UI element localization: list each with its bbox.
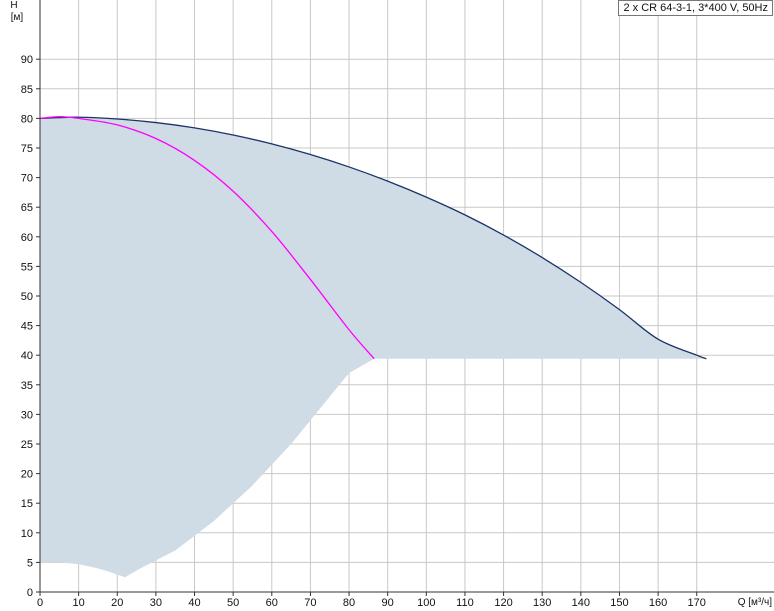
y-tick-label: 10 <box>21 528 33 540</box>
x-tick-label: 40 <box>188 597 200 609</box>
x-tick-label: 150 <box>610 597 628 609</box>
x-tick-label: 70 <box>304 597 316 609</box>
operating-area-fill <box>40 117 707 578</box>
x-tick-label: 90 <box>382 597 394 609</box>
y-tick-label: 60 <box>21 232 33 244</box>
x-tick-label: 0 <box>37 597 43 609</box>
x-tick-label: 120 <box>494 597 512 609</box>
x-tick-label: 160 <box>649 597 667 609</box>
x-tick-label: 130 <box>533 597 551 609</box>
y-tick-label: 50 <box>21 291 33 303</box>
operating-area <box>40 117 707 578</box>
y-tick-label: 5 <box>27 557 33 569</box>
y-axis-unit: [м] <box>11 12 24 23</box>
y-tick-label: 90 <box>21 54 33 66</box>
y-tick-label: 45 <box>21 321 33 333</box>
y-tick-label: 75 <box>21 143 33 155</box>
y-tick-label: 80 <box>21 113 33 125</box>
x-tick-label: 60 <box>266 597 278 609</box>
x-tick-label: 30 <box>150 597 162 609</box>
x-tick-label: 80 <box>343 597 355 609</box>
y-tick-label: 85 <box>21 84 33 96</box>
x-tick-label: 50 <box>227 597 239 609</box>
y-tick-label: 70 <box>21 173 33 185</box>
x-tick-label: 140 <box>572 597 590 609</box>
x-tick-label: 100 <box>417 597 435 609</box>
y-tick-label: 15 <box>21 498 33 510</box>
y-tick-label: 20 <box>21 469 33 481</box>
legend: 2 x CR 64-3-1, 3*400 V, 50Hz <box>618 0 773 16</box>
y-tick-label: 35 <box>21 380 33 392</box>
y-axis-label: H <box>10 0 17 11</box>
pump-curve-chart: 0 10 20 30 40 50 60 70 80 90 100 110 120 130 140 150 160… <box>10 0 774 609</box>
x-tick-label: 10 <box>73 597 85 609</box>
y-tick-label: 65 <box>21 202 33 214</box>
y-tick-label: 55 <box>21 261 33 273</box>
y-tick-label: 40 <box>21 350 33 362</box>
x-tick-label: 20 <box>111 597 123 609</box>
y-tick-label: 30 <box>21 409 33 421</box>
x-axis-label: Q [м³/ч] <box>738 597 773 608</box>
x-tick-label: 110 <box>456 597 474 609</box>
y-tick-label: 25 <box>21 439 33 451</box>
x-tick-label: 170 <box>688 597 706 609</box>
y-tick-label: 0 <box>27 587 33 599</box>
